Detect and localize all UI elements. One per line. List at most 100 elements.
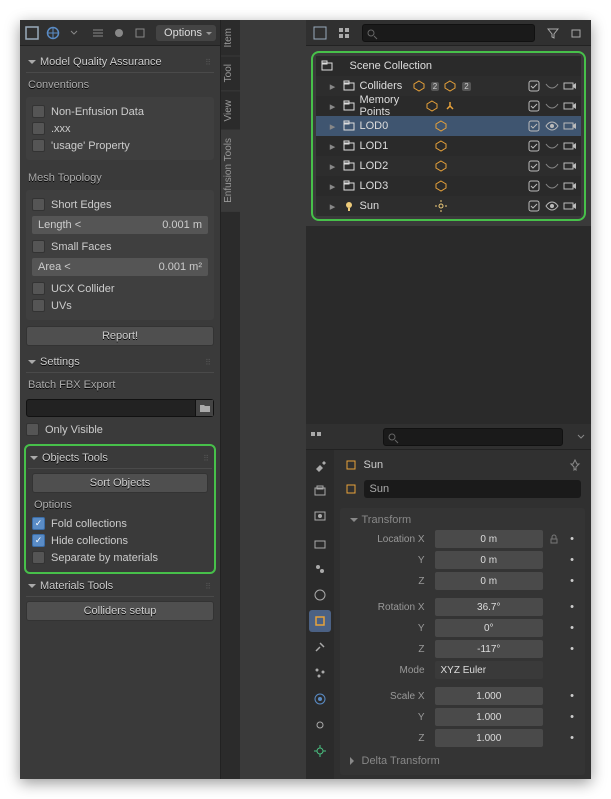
disclosure-icon[interactable]: ▸ [328,160,338,173]
scale-y-field[interactable]: 1.000 [435,708,544,726]
section-settings[interactable]: Settings⠿ [26,352,214,373]
colliders-setup-button[interactable]: Colliders setup [26,601,214,621]
tab-tool[interactable]: Tool [221,56,240,91]
editor-type-icon[interactable] [306,427,326,447]
tab-view[interactable]: View [221,92,240,131]
lock-icon[interactable] [547,642,561,656]
disclosure-icon[interactable]: ▸ [328,120,338,133]
check-only-visible[interactable]: Only Visible [26,421,214,438]
rot-y-field[interactable]: 0° [435,619,544,637]
rot-x-field[interactable]: 36.7° [435,598,544,616]
object-name-field[interactable]: Sun [364,480,582,498]
scale-z-field[interactable]: 1.000 [435,729,544,747]
display-mode-icon[interactable] [334,23,354,43]
record-icon[interactable] [111,23,128,43]
options-dropdown[interactable]: Options [156,25,216,41]
length-field[interactable]: Length <0.001 m [32,216,208,234]
drag-handle-icon[interactable]: ⠿ [205,58,212,67]
render-tab-icon[interactable] [309,480,331,502]
checkbox-icon[interactable] [527,179,541,193]
lock-icon[interactable] [547,689,561,703]
visibility-icon[interactable] [545,179,559,193]
scale-x-field[interactable]: 1.000 [435,687,544,705]
viewlayer-tab-icon[interactable] [309,532,331,554]
lock-icon[interactable] [547,710,561,724]
checkbox-icon[interactable] [527,119,541,133]
visibility-icon[interactable] [545,159,559,173]
section-objects[interactable]: Objects Tools⠿ [28,448,212,469]
drag-handle-icon[interactable]: ⠿ [203,454,210,463]
visibility-icon[interactable] [545,139,559,153]
check-nonenfusion[interactable]: Non-Enfusion Data [32,103,208,120]
delta-transform-header[interactable]: Delta Transform [346,749,580,769]
check-uvs[interactable]: UVs [32,297,208,314]
dot-icon[interactable]: • [565,532,579,546]
check-short-edges[interactable]: Short Edges [32,196,208,213]
clipboard-icon[interactable] [131,23,148,43]
down-icon[interactable] [65,23,82,43]
physics-tab-icon[interactable] [309,688,331,710]
visibility-icon[interactable] [545,79,559,93]
scene-collection-row[interactable]: Scene Collection [316,56,582,76]
outliner-row[interactable]: ▸Memory Points [316,96,582,116]
lock-icon[interactable] [547,553,561,567]
drag-handle-icon[interactable]: ⠿ [205,582,212,591]
camera-icon[interactable] [563,99,577,113]
report-button[interactable]: Report! [26,326,214,346]
tab-enfusion[interactable]: Enfusion Tools [221,130,240,212]
check-hide[interactable]: Hide collections [32,532,208,549]
editor-type-icon[interactable] [24,23,41,43]
section-materials[interactable]: Materials Tools⠿ [26,576,214,597]
checkbox-icon[interactable] [527,139,541,153]
visibility-icon[interactable] [545,119,559,133]
disclosure-icon[interactable]: ▸ [328,140,338,153]
loc-z-field[interactable]: 0 m [435,572,544,590]
lock-icon[interactable] [547,574,561,588]
output-tab-icon[interactable] [309,506,331,528]
check-fold[interactable]: Fold collections [32,515,208,532]
outliner-row[interactable]: ▸Sun [316,196,582,216]
particles-tab-icon[interactable] [309,662,331,684]
loc-y-field[interactable]: 0 m [435,551,544,569]
export-path-field[interactable] [26,399,214,417]
sort-objects-button[interactable]: Sort Objects [32,473,208,493]
tool-tab-icon[interactable] [309,454,331,476]
loc-x-field[interactable]: 0 m [435,530,544,548]
checkbox-icon[interactable] [527,159,541,173]
section-mqa[interactable]: Model Quality Assurance ⠿ [26,52,214,73]
tab-item[interactable]: Item [221,20,240,56]
options-icon[interactable] [571,427,591,447]
pin-icon[interactable] [569,459,581,471]
disclosure-icon[interactable]: ▸ [328,100,338,113]
object-tab-icon[interactable] [309,610,331,632]
editor-type-icon[interactable] [310,23,330,43]
camera-icon[interactable] [563,119,577,133]
check-xxx[interactable]: .xxx [32,120,208,137]
camera-icon[interactable] [563,159,577,173]
lock-icon[interactable] [547,621,561,635]
checkbox-icon[interactable] [527,99,541,113]
outliner-search[interactable] [362,24,536,42]
drag-handle-icon[interactable]: ⠿ [205,358,212,367]
disclosure-icon[interactable]: ▸ [328,200,338,213]
camera-icon[interactable] [563,199,577,213]
disclosure-icon[interactable]: ▸ [328,180,338,193]
outliner-row[interactable]: ▸LOD1 [316,136,582,156]
checkbox-icon[interactable] [527,199,541,213]
mode-dropdown[interactable]: XYZ Euler [435,661,544,679]
folder-icon[interactable] [195,400,213,416]
check-ucx[interactable]: UCX Collider [32,280,208,297]
visibility-icon[interactable] [545,199,559,213]
check-small-faces[interactable]: Small Faces [32,238,208,255]
menu-icon[interactable] [90,23,107,43]
globe-icon[interactable] [45,23,62,43]
area-field[interactable]: Area <0.001 m² [32,258,208,276]
checkbox-icon[interactable] [527,79,541,93]
new-collection-icon[interactable] [567,23,587,43]
data-tab-icon[interactable] [309,740,331,762]
lock-icon[interactable] [547,731,561,745]
outliner-row[interactable]: ▸LOD0 [316,116,582,136]
constraints-tab-icon[interactable] [309,714,331,736]
visibility-icon[interactable] [545,99,559,113]
outliner-row[interactable]: ▸LOD3 [316,176,582,196]
